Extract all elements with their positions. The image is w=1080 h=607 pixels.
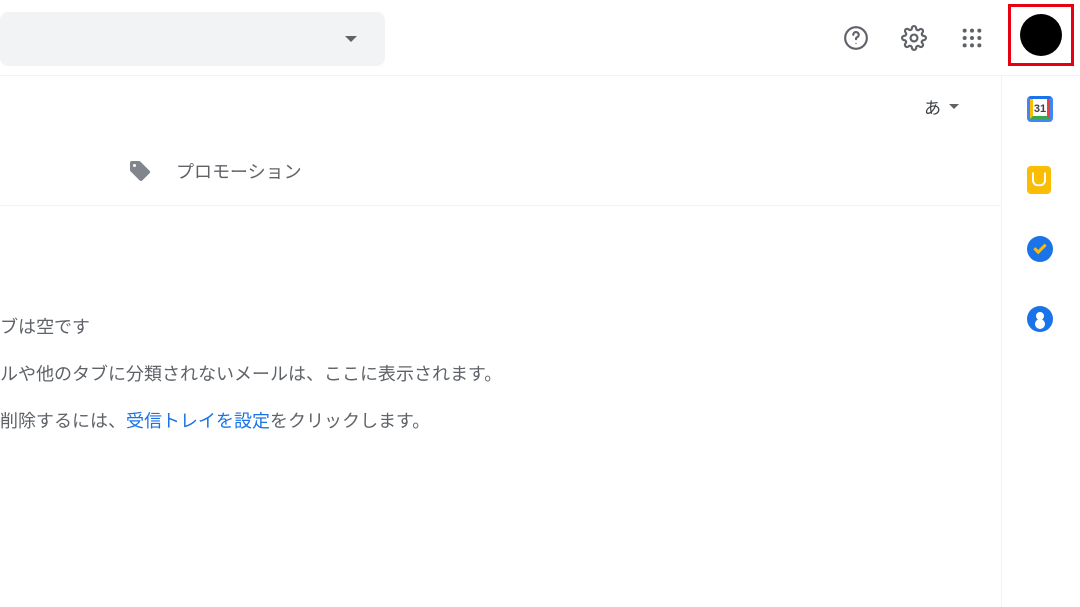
apps-grid-icon[interactable]	[952, 18, 992, 58]
empty-line-3b: をクリックします。	[270, 411, 430, 431]
header-actions	[836, 0, 992, 76]
empty-line-1: ブは空です	[0, 314, 1001, 341]
tag-icon	[128, 159, 152, 183]
contacts-app-icon[interactable]	[1027, 306, 1055, 334]
tab-label: プロモーション	[176, 158, 302, 184]
help-icon[interactable]	[836, 18, 876, 58]
account-avatar[interactable]	[1020, 14, 1062, 56]
tab-promotions[interactable]: プロモーション	[0, 158, 302, 184]
app-header	[0, 0, 1080, 76]
configure-inbox-link[interactable]: 受信トレイを設定	[126, 411, 270, 431]
input-method-switch[interactable]: あ	[924, 94, 959, 119]
side-panel: 31	[1002, 76, 1080, 607]
empty-line-2: ルや他のタブに分類されないメールは、ここに表示されます。	[0, 361, 1001, 388]
main-pane: あ プロモーション ブは空です ルや他のタブに分類されないメールは、ここに表示さ…	[0, 76, 1002, 607]
input-method-label: あ	[924, 94, 941, 119]
chevron-down-icon	[949, 104, 959, 109]
empty-line-3: 削除するには、受信トレイを設定をクリックします。	[0, 408, 1001, 435]
settings-gear-icon[interactable]	[894, 18, 934, 58]
search-input[interactable]	[0, 12, 385, 66]
calendar-app-icon[interactable]: 31	[1027, 96, 1055, 124]
account-avatar-highlight	[1008, 4, 1074, 66]
category-tabs: プロモーション	[0, 136, 1001, 206]
empty-state: ブは空です ルや他のタブに分類されないメールは、ここに表示されます。 削除するに…	[0, 206, 1001, 435]
keep-app-icon[interactable]	[1027, 166, 1055, 194]
dropdown-icon[interactable]	[345, 36, 357, 42]
calendar-day-number: 31	[1030, 99, 1050, 119]
mail-toolbar: あ	[0, 76, 1001, 136]
tasks-app-icon[interactable]	[1027, 236, 1055, 264]
empty-line-3a: 削除するには、	[0, 411, 126, 431]
